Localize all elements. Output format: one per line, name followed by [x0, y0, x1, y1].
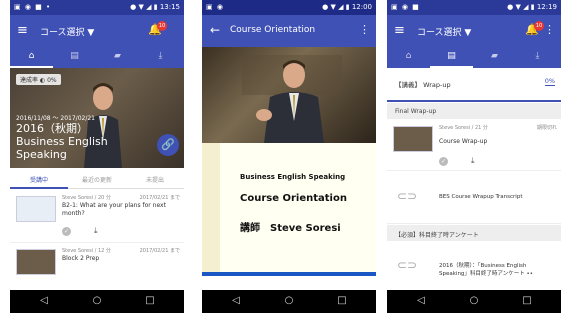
- section-header: Final Wrap-up: [387, 103, 561, 119]
- home-icon[interactable]: ○: [85, 295, 109, 306]
- main-tabs: ⌂ ▤ ▰ ⤓: [387, 47, 561, 68]
- lesson-meta: Steve Soresi / 12 分: [62, 248, 111, 254]
- check-icon: ✓: [439, 157, 448, 166]
- status-bar: ▣ ◉ ● ▼ ◢ ▮ 12:00: [202, 0, 376, 15]
- tab-home-icon[interactable]: ⌂: [10, 51, 53, 61]
- lesson-title: Course Wrap-up: [439, 138, 488, 145]
- subtab-recent[interactable]: 最近の更新: [68, 175, 126, 184]
- lesson-filter-tabs: 受講中 最近の更新 未提出: [10, 170, 184, 189]
- main-tabs: ⌂ ▤ ▰ ⤓: [10, 47, 184, 68]
- link-title: 2016（秋期）：「Business English Speaking」科目終了…: [439, 263, 533, 277]
- lesson-title: B2-1: What are your plans for next month…: [62, 202, 166, 217]
- signal-icon: ● ▼ ◢ ▮: [322, 3, 352, 11]
- status-bar: ▣ ◉ ■ • ● ▼ ◢ ▮ 13:15: [10, 0, 184, 15]
- slide-course-name: Business English Speaking: [240, 173, 346, 181]
- lesson-due: 期限切れ: [536, 125, 557, 131]
- notification-icons: ▣ ◉ ■ •: [14, 3, 52, 11]
- course-select-dropdown[interactable]: コース選択 ▼: [40, 25, 94, 38]
- back-icon[interactable]: ◁: [32, 295, 56, 306]
- slide-progress-bar: [202, 272, 376, 276]
- course-select-dropdown[interactable]: コース選択 ▼: [417, 25, 471, 38]
- notification-icons: ▣ ◉ ■: [391, 3, 420, 11]
- link-icon: ⊂⊃: [397, 189, 418, 203]
- tab-home-icon[interactable]: ⌂: [387, 51, 430, 61]
- link-title: BES Course Wrapup Transcript: [439, 194, 523, 200]
- tab-list-icon[interactable]: ▤: [53, 51, 96, 61]
- lesson-item[interactable]: Steve Soresi / 12 分 2017/02/21 まで Block …: [10, 243, 184, 296]
- tab-download-icon[interactable]: ⤓: [516, 51, 559, 61]
- back-icon[interactable]: ◁: [409, 295, 433, 306]
- home-icon[interactable]: ○: [277, 295, 301, 306]
- check-icon: ✓: [62, 227, 71, 236]
- lesson-due: 2017/02/21 まで: [139, 248, 180, 254]
- slide-title: Course Orientation: [240, 193, 347, 204]
- phone-screen-wrapup: ▣ ◉ ■ ● ▼ ◢ ▮ 12:19 ≡ コース選択 ▼ 🔔 10 ⋮ ⌂ ▤…: [387, 0, 561, 313]
- subtab-indicator: [10, 187, 68, 189]
- status-time: 13:15: [159, 3, 180, 11]
- lesson-thumbnail: [393, 126, 433, 152]
- subtab-in-progress[interactable]: 受講中: [10, 175, 68, 184]
- course-hero-banner[interactable]: 達成率 ◐ 0% 2016/11/08 ～ 2017/02/21 2016（秋期…: [10, 68, 184, 168]
- link-fab-button[interactable]: 🔗: [157, 134, 179, 156]
- signal-icon: ● ▼ ◢ ▮: [507, 3, 537, 11]
- lesson-meta: Steve Soresi / 21 分: [439, 125, 488, 131]
- recents-icon[interactable]: □: [138, 295, 162, 306]
- download-icon[interactable]: ⤓: [471, 156, 475, 166]
- signal-icon: ● ▼ ◢ ▮: [130, 3, 160, 11]
- lecture-slide: Business English Speaking Course Orienta…: [202, 143, 376, 276]
- status-time: 12:19: [536, 3, 557, 11]
- back-arrow-icon[interactable]: ←: [210, 23, 220, 37]
- lesson-title: Block 2 Prep: [62, 255, 100, 262]
- status-bar: ▣ ◉ ■ ● ▼ ◢ ▮ 12:19: [387, 0, 561, 15]
- course-dates: 2016/11/08 ～ 2017/02/21: [16, 115, 95, 122]
- survey-link-item[interactable]: ⊂⊃ 2016（秋期）：「Business English Speaking」科…: [387, 242, 561, 291]
- tab-download-icon[interactable]: ⤓: [139, 51, 182, 61]
- more-vert-icon[interactable]: ⋮: [544, 23, 555, 36]
- slide-instructor: 講師 Steve Soresi: [240, 223, 341, 234]
- tab-chat-icon[interactable]: ▰: [473, 51, 516, 61]
- system-nav-bar: ◁ ○ □: [387, 290, 561, 313]
- lesson-due: 2017/02/21 まで: [139, 195, 180, 201]
- progress-badge: 達成率 ◐ 0%: [16, 74, 61, 85]
- notification-badge: 10: [157, 21, 167, 31]
- unit-progress: 0%: [544, 77, 555, 86]
- lesson-item[interactable]: Steve Soresi / 20 分 2017/02/21 まで B2-1: …: [10, 190, 184, 243]
- menu-icon[interactable]: ≡: [394, 24, 405, 37]
- slide-margin-strip: [202, 143, 220, 276]
- notification-badge: 10: [534, 21, 544, 31]
- section-header: 【必須】科目終了時アンケート: [387, 225, 561, 241]
- unit-header: 【講義】 Wrap-up 0%: [387, 68, 561, 102]
- subtab-unsubmitted[interactable]: 未提出: [126, 175, 184, 184]
- phone-screen-course-list: ▣ ◉ ■ • ● ▼ ◢ ▮ 13:15 ≡ コース選択 ▼ 🔔 10 ⌂ ▤…: [10, 0, 184, 313]
- lesson-item[interactable]: Steve Soresi / 21 分 期限切れ Course Wrap-up …: [387, 120, 561, 171]
- download-icon[interactable]: ⤓: [94, 226, 98, 236]
- app-bar: ≡ コース選択 ▼ 🔔 10: [10, 15, 184, 47]
- menu-icon[interactable]: ≡: [17, 24, 28, 37]
- recents-icon[interactable]: □: [330, 295, 354, 306]
- recents-icon[interactable]: □: [515, 295, 539, 306]
- transcript-link-item[interactable]: ⊂⊃ BES Course Wrapup Transcript: [387, 171, 561, 224]
- phone-screen-video: ▣ ◉ ● ▼ ◢ ▮ 12:00 ← Course Orientation ⋮…: [202, 0, 376, 313]
- tab-list-icon[interactable]: ▤: [430, 51, 473, 61]
- lesson-thumbnail: [16, 249, 56, 275]
- tab-chat-icon[interactable]: ▰: [96, 51, 139, 61]
- status-time: 12:00: [351, 3, 372, 11]
- page-title: Course Orientation: [230, 25, 316, 35]
- video-player[interactable]: [202, 47, 376, 143]
- app-bar: ≡ コース選択 ▼ 🔔 10 ⋮: [387, 15, 561, 47]
- system-nav-bar: ◁ ○ □: [10, 290, 184, 313]
- instructor-video-frame: [242, 55, 342, 143]
- system-nav-bar: ◁ ○ □: [202, 290, 376, 313]
- app-bar: ← Course Orientation ⋮: [202, 15, 376, 47]
- lesson-thumbnail: [16, 196, 56, 222]
- notification-icons: ▣ ◉: [206, 3, 224, 11]
- unit-title: 【講義】 Wrap-up: [395, 81, 451, 89]
- lesson-meta: Steve Soresi / 20 分: [62, 195, 111, 201]
- back-icon[interactable]: ◁: [224, 295, 248, 306]
- link-icon: ⊂⊃: [397, 258, 418, 272]
- home-icon[interactable]: ○: [462, 295, 486, 306]
- more-vert-icon[interactable]: ⋮: [359, 23, 370, 36]
- course-title: 2016（秋期） Business English Speaking: [16, 122, 108, 161]
